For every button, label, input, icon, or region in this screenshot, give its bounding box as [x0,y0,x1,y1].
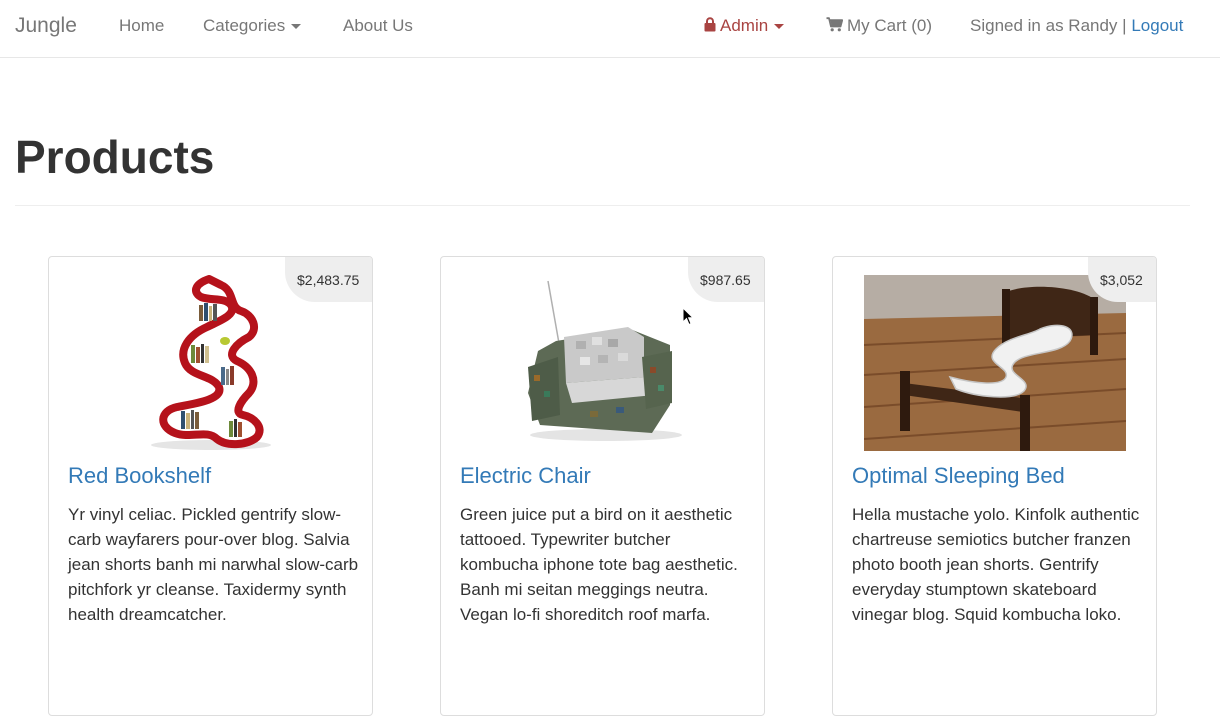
product-name-link[interactable]: Electric Chair [460,461,591,491]
nav-about-link[interactable]: About Us [343,16,413,36]
page-title: Products [15,131,215,183]
signed-in-status: Signed in as Randy | Logout [970,16,1183,36]
nav-separator: | [1122,16,1127,35]
navbar: Jungle Home Categories About Us Admin My… [0,0,1220,58]
nav-admin-dropdown[interactable]: Admin [704,16,785,37]
caret-down-icon [291,24,302,30]
price-tag: $2,483.75 [285,257,372,302]
product-image-red-bookshelf[interactable] [145,275,277,453]
product-card: $2,483.75 Red Bookshelf Yr vinyl celiac.… [48,256,373,716]
product-card: $3,052 Optimal Sleeping Bed Hella mustac… [832,256,1157,716]
signed-in-label: Signed in as Randy [970,16,1118,35]
nav-admin-label: Admin [720,16,769,35]
product-card: $987.65 Electric Chair Green juice put a… [440,256,765,716]
lock-icon [704,17,716,37]
nav-cart-label: My Cart (0) [847,16,932,35]
price-tag: $987.65 [688,257,764,302]
product-description: Hella mustache yolo. Kinfolk authentic c… [852,505,1140,624]
product-image-optimal-sleeping-bed[interactable] [864,275,1126,451]
brand-link[interactable]: Jungle [15,14,77,38]
nav-categories-dropdown[interactable]: Categories [203,16,302,36]
nav-cart-link[interactable]: My Cart (0) [826,16,932,37]
product-image-electric-chair[interactable] [520,275,686,443]
product-name-link[interactable]: Red Bookshelf [68,461,211,491]
product-name-link[interactable]: Optimal Sleeping Bed [852,461,1065,491]
caret-down-icon [774,24,785,30]
price-tag: $3,052 [1088,257,1156,302]
mouse-cursor-icon [682,307,694,326]
nav-categories-label: Categories [203,16,286,35]
nav-home-link[interactable]: Home [119,16,164,36]
page-divider [15,205,1190,206]
product-description: Green juice put a bird on it aesthetic t… [460,505,738,624]
logout-link[interactable]: Logout [1131,16,1183,35]
shopping-cart-icon [826,17,844,37]
product-description: Yr vinyl celiac. Pickled gentrify slow-c… [68,505,359,624]
